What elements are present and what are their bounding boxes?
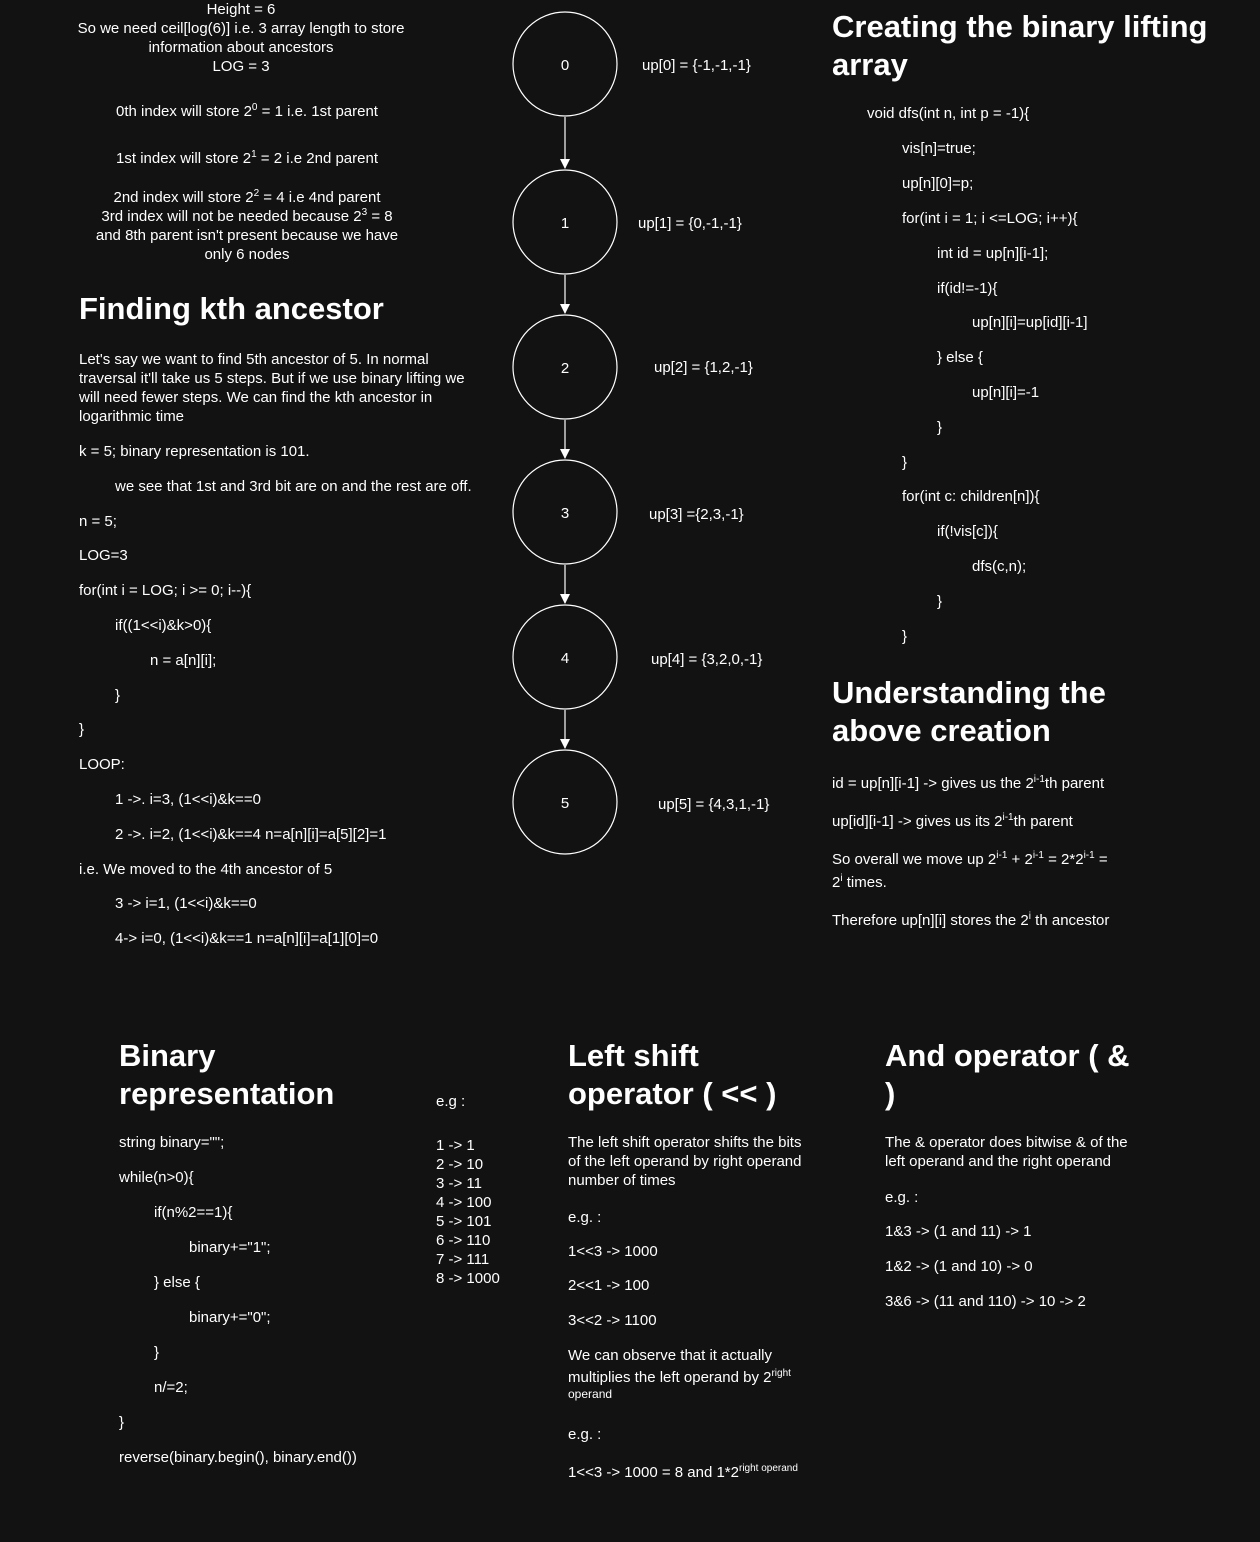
tree-node-2: 2 up[2] = {1,2,-1} xyxy=(512,314,753,420)
leftshift-observation-3: operand xyxy=(568,1387,613,1401)
tree-node-4: 4 up[4] = {3,2,0,-1} xyxy=(512,604,762,710)
example-line: 8 -> 1000 xyxy=(436,1270,500,1287)
code-line: if(id!=-1){ xyxy=(937,280,998,297)
andop-description: The & operator does bitwise & of the lef… xyxy=(885,1134,1128,1170)
understanding-line-1: id = up[n][i-1] -> gives us the 2i-1th p… xyxy=(832,774,1105,793)
code-line: binary+="0"; xyxy=(189,1309,271,1326)
tree-node-1: 1 up[1] = {0,-1,-1} xyxy=(512,169,742,275)
andop-example: 1&3 -> (1 and 11) -> 1 xyxy=(885,1223,1032,1240)
leftshift-eg-label-2: e.g. : xyxy=(568,1426,602,1443)
code-line: } else { xyxy=(154,1274,200,1291)
understanding-title: Understanding the above creation xyxy=(832,675,1106,748)
example-line: 1 -> 1 xyxy=(436,1137,475,1154)
code-line: } xyxy=(154,1344,160,1361)
binary-eg-label: e.g : xyxy=(436,1093,466,1110)
code-line: } else { xyxy=(937,349,983,366)
understanding-line-5: Therefore up[n][i] stores the 2i th ance… xyxy=(832,911,1110,930)
kth-line: 4-> i=0, (1<<i)&k==1 n=a[n][i]=a[1][0]=0 xyxy=(115,930,379,947)
up-array-label: up[4] = {3,2,0,-1} xyxy=(651,651,762,668)
code-line: int id = up[n][i-1]; xyxy=(937,245,1049,262)
node-label: 2 xyxy=(561,360,569,377)
code-line: if(n%2==1){ xyxy=(154,1204,233,1221)
up-array-label: up[0] = {-1,-1,-1} xyxy=(642,57,751,74)
code-line: } xyxy=(902,628,908,645)
code-line: up[n][i]=up[id][i-1] xyxy=(972,314,1088,331)
tree-node-0: 0 up[0] = {-1,-1,-1} xyxy=(512,11,751,117)
up-array-label: up[5] = {4,3,1,-1} xyxy=(658,796,769,813)
code-line: } xyxy=(937,419,943,436)
code-line: } xyxy=(902,454,908,471)
node-label: 1 xyxy=(561,215,569,232)
creating-title: Creating the binary lifting array xyxy=(832,9,1208,82)
example-line: 4 -> 100 xyxy=(436,1194,492,1211)
example-line: 5 -> 101 xyxy=(436,1213,492,1230)
leftshift-example: 1<<3 -> 1000 xyxy=(568,1243,658,1260)
example-line: 3 -> 11 xyxy=(436,1175,483,1192)
tree-node-5: 5 up[5] = {4,3,1,-1} xyxy=(512,749,769,855)
up-array-label: up[2] = {1,2,-1} xyxy=(654,359,753,376)
code-line: if(!vis[c]){ xyxy=(937,523,998,540)
leftshift-description: The left shift operator shifts the bits … xyxy=(568,1134,802,1189)
andop-eg-label: e.g. : xyxy=(885,1189,919,1206)
up-array-label: up[3] ={2,3,-1} xyxy=(649,506,744,523)
code-line: up[n][i]=-1 xyxy=(972,384,1040,401)
code-line: for(int c: children[n]){ xyxy=(902,488,1040,505)
andop-example: 3&6 -> (11 and 110) -> 10 -> 2 xyxy=(885,1293,1086,1310)
binary-title: Binary representation xyxy=(119,1038,335,1111)
leftshift-observation-2: multiplies the left operand by 2right xyxy=(568,1368,791,1387)
code-line: string binary=""; xyxy=(119,1134,225,1151)
node-label: 3 xyxy=(561,505,569,522)
leftshift-example: 2<<1 -> 100 xyxy=(568,1277,650,1294)
understanding-line-4: 2i times. xyxy=(832,873,887,892)
example-line: 7 -> 111 xyxy=(436,1251,490,1268)
andop-example: 1&2 -> (1 and 10) -> 0 xyxy=(885,1258,1033,1275)
code-line: dfs(c,n); xyxy=(972,558,1027,575)
leftshift-final: 1<<3 -> 1000 = 8 and 1*2right operand xyxy=(568,1463,798,1482)
kth-line: 3 -> i=1, (1<<i)&k==0 xyxy=(115,895,257,912)
leftshift-eg-label: e.g. : xyxy=(568,1209,602,1226)
code-line: reverse(binary.begin(), binary.end()) xyxy=(119,1449,357,1466)
code-line: up[n][0]=p; xyxy=(902,175,974,192)
code-line: void dfs(int n, int p = -1){ xyxy=(867,105,1030,122)
code-line: while(n>0){ xyxy=(119,1169,194,1186)
example-line: 6 -> 110 xyxy=(436,1232,491,1249)
node-label: 4 xyxy=(561,650,569,667)
code-line: binary+="1"; xyxy=(189,1239,271,1256)
understanding-line-3: So overall we move up 2i-1 + 2i-1 = 2*2i… xyxy=(832,850,1108,869)
leftshift-example: 3<<2 -> 1100 xyxy=(568,1312,657,1329)
code-line: } xyxy=(937,593,943,610)
understanding-line-2: up[id][i-1] -> gives us its 2i-1th paren… xyxy=(832,812,1073,831)
code-line: } xyxy=(119,1414,125,1431)
code-line: vis[n]=true; xyxy=(902,140,976,157)
binary-examples: 1 -> 1 2 -> 10 3 -> 11 4 -> 100 5 -> 101… xyxy=(436,1136,500,1288)
andop-title: And operator ( & ) xyxy=(885,1038,1130,1111)
node-label: 5 xyxy=(561,795,569,812)
example-line: 2 -> 10 xyxy=(436,1156,484,1173)
leftshift-observation-1: We can observe that it actually xyxy=(568,1347,772,1364)
code-line: n/=2; xyxy=(154,1379,188,1396)
node-label: 0 xyxy=(561,57,569,74)
leftshift-title: Left shift operator ( << ) xyxy=(568,1038,777,1111)
code-line: for(int i = 1; i <=LOG; i++){ xyxy=(902,210,1078,227)
tree-node-3: 3 up[3] ={2,3,-1} xyxy=(512,459,744,565)
up-array-label: up[1] = {0,-1,-1} xyxy=(638,215,742,232)
